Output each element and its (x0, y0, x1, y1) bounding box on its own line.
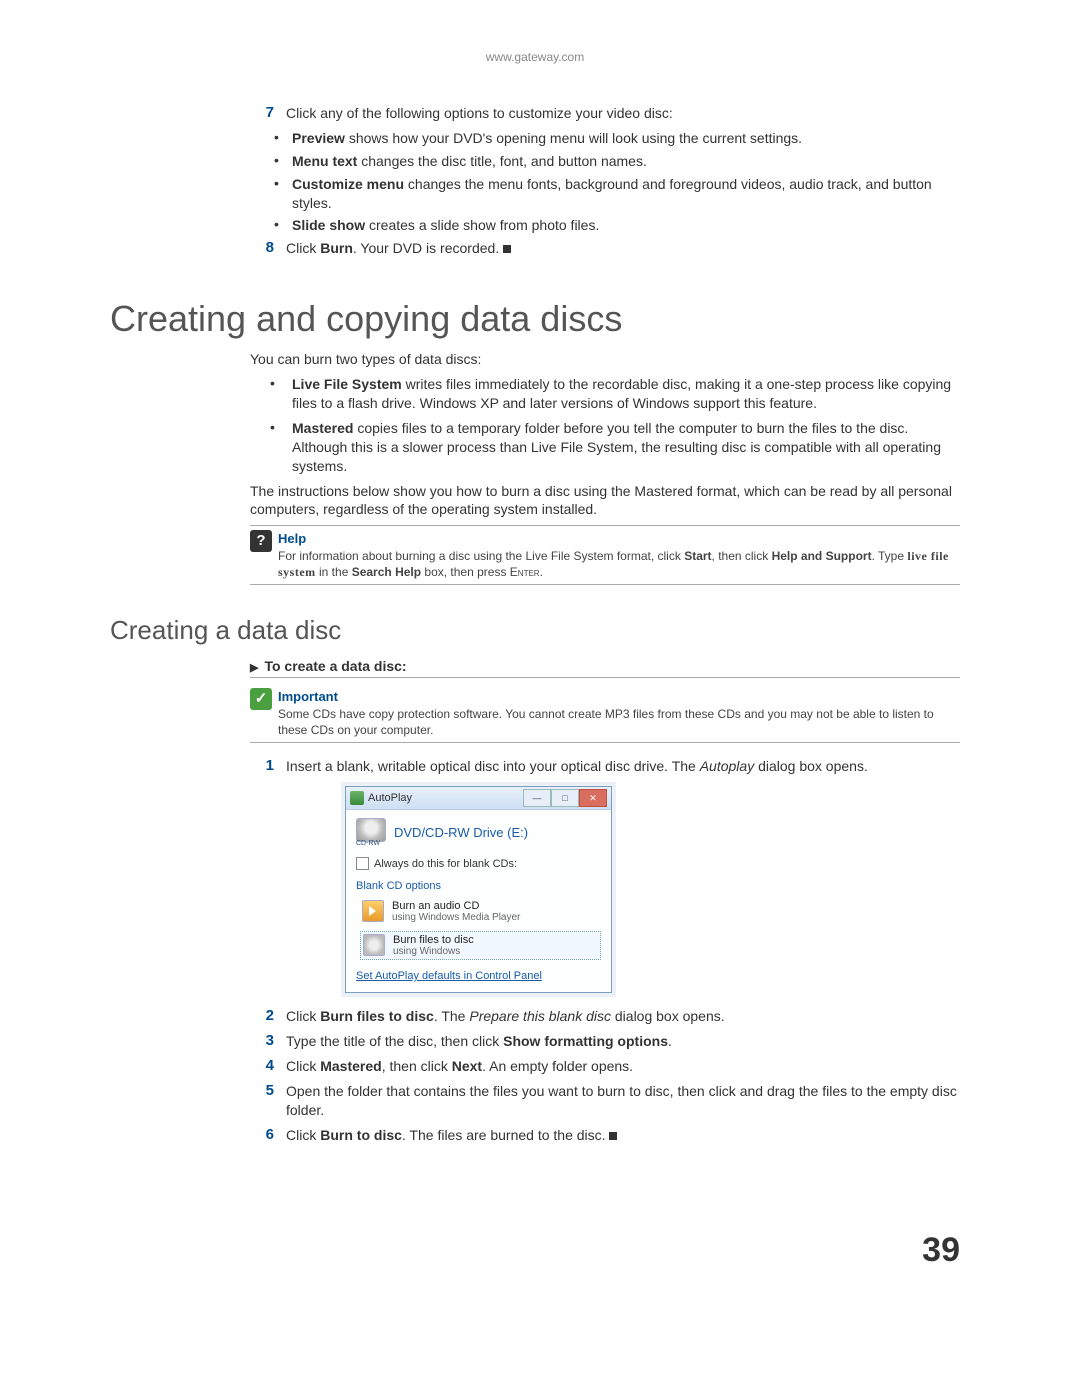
header-url: www.gateway.com (110, 50, 960, 64)
always-do-checkbox[interactable] (356, 857, 369, 870)
dialog-titlebar: AutoPlay — □ ✕ (346, 787, 611, 810)
option-name-menutext: Menu text (292, 153, 357, 169)
option-name-slideshow: Slide show (292, 217, 365, 233)
close-button[interactable]: ✕ (579, 789, 607, 807)
step-text: Type the title of the disc, then click S… (286, 1032, 960, 1051)
end-of-procedure-icon (609, 1132, 617, 1140)
type-name: Live File System (292, 376, 402, 392)
option-burn-audio[interactable]: Burn an audio CD using Windows Media Pla… (360, 898, 601, 925)
step-text: Click Burn to disc. The files are burned… (286, 1126, 960, 1145)
disc-icon (356, 818, 386, 842)
step-text: Open the folder that contains the files … (286, 1082, 960, 1120)
step-number: 3 (250, 1032, 286, 1051)
autoplay-app-icon (350, 791, 364, 805)
bullet-icon: • (274, 216, 292, 235)
maximize-button[interactable]: □ (551, 789, 579, 807)
step-text: Click any of the following options to cu… (286, 104, 960, 123)
help-callout: ? Help For information about burning a d… (250, 525, 960, 585)
dialog-title: AutoPlay (368, 792, 412, 804)
bullet-icon: • (274, 129, 292, 148)
check-icon: ✓ (250, 688, 272, 710)
procedure-steps: 1 Insert a blank, writable optical disc … (250, 757, 960, 776)
page-number: 39 (922, 1231, 960, 1270)
body-text: You can burn two types of data discs: (250, 350, 960, 369)
step-text: Click Burn files to disc. The Prepare th… (286, 1007, 960, 1026)
drive-row: CD-RW DVD/CD-RW Drive (E:) (356, 818, 601, 847)
step-number: 5 (250, 1082, 286, 1120)
callout-title: Important (278, 689, 338, 704)
minimize-button[interactable]: — (523, 789, 551, 807)
options-section-label: Blank CD options (356, 880, 601, 892)
step-number: 7 (250, 104, 286, 123)
drive-label: DVD/CD-RW Drive (E:) (394, 825, 528, 840)
subsection-heading: Creating a data disc (110, 615, 960, 646)
document-page: www.gateway.com 7 Click any of the follo… (0, 0, 1080, 1300)
option-name-preview: Preview (292, 130, 345, 146)
autoplay-defaults-link[interactable]: Set AutoPlay defaults in Control Panel (356, 970, 601, 982)
step-text: Insert a blank, writable optical disc in… (286, 757, 960, 776)
step-number: 8 (250, 239, 286, 258)
step-number: 6 (250, 1126, 286, 1145)
bullet-icon: • (270, 375, 292, 413)
type-name: Mastered (292, 420, 353, 436)
bullet-icon: • (274, 152, 292, 171)
important-callout: ✓ Important Some CDs have copy protectio… (250, 684, 960, 743)
procedure-title: To create a data disc: (250, 658, 960, 678)
callout-title: Help (278, 531, 306, 546)
bullet-icon: • (274, 175, 292, 213)
option-burn-files[interactable]: Burn files to disc using Windows (360, 931, 601, 960)
disc-badge: CD-RW (356, 840, 386, 847)
step-number: 2 (250, 1007, 286, 1026)
autoplay-dialog: AutoPlay — □ ✕ CD-RW DVD/CD-RW Drive (E:… (345, 786, 612, 993)
step-text: Click Mastered, then click Next. An empt… (286, 1057, 960, 1076)
option-name-customize: Customize menu (292, 176, 404, 192)
step-text: Click Burn. Your DVD is recorded. (286, 239, 960, 258)
end-of-procedure-icon (503, 245, 511, 253)
bullet-icon: • (270, 419, 292, 476)
disc-icon (363, 934, 385, 956)
body-text: The instructions below show you how to b… (250, 482, 960, 520)
step-number: 1 (250, 757, 286, 776)
step-7-block: 7 Click any of the following options to … (250, 104, 960, 258)
section-heading: Creating and copying data discs (110, 298, 960, 340)
help-icon: ? (250, 530, 272, 552)
step-number: 4 (250, 1057, 286, 1076)
media-player-icon (362, 900, 384, 922)
checkbox-label: Always do this for blank CDs: (374, 858, 517, 870)
procedure-steps-cont: 2 Click Burn files to disc. The Prepare … (250, 1007, 960, 1144)
